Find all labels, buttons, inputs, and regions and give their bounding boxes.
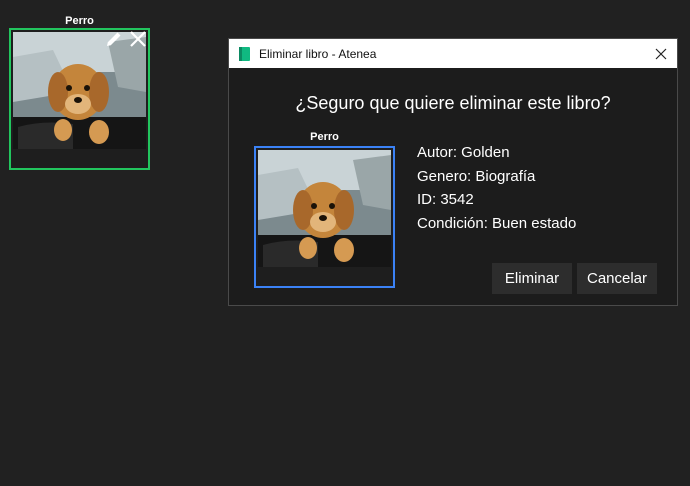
delete-book-dialog: Eliminar libro - Atenea ¿Seguro que quie… [228,38,678,306]
close-icon[interactable] [128,29,148,49]
genre-label: Genero: Biografía [417,167,536,185]
condition-label: Condición: Buen estado [417,214,577,232]
dialog-close-button[interactable] [645,39,677,68]
book-cover-image [258,150,391,267]
dialog-book-title: Perro [310,131,339,143]
cancel-button[interactable]: Cancelar [577,263,657,294]
book-details: Autor: Golden Genero: Biografía ID: 3542… [417,141,576,235]
author-label: Autor: Golden [417,144,510,161]
id-label: ID: 3542 [417,191,474,208]
book-card-frame[interactable] [9,28,150,170]
confirm-question: ¿Seguro que quiere eliminar este libro? [295,93,611,113]
dialog-book-frame [254,146,395,288]
close-icon [655,48,667,59]
book-icon [238,46,252,61]
pencil-icon[interactable] [104,29,124,49]
dialog-titlebar[interactable]: Eliminar libro - Atenea [229,39,677,68]
book-cover-image [13,32,146,149]
book-card-title: Perro [65,15,94,27]
dialog-title: Eliminar libro - Atenea [259,46,377,61]
delete-button[interactable]: Eliminar [492,263,572,294]
dialog-book-card: Perro [254,130,395,288]
book-card[interactable]: Perro [9,14,150,170]
card-actions [104,29,148,49]
